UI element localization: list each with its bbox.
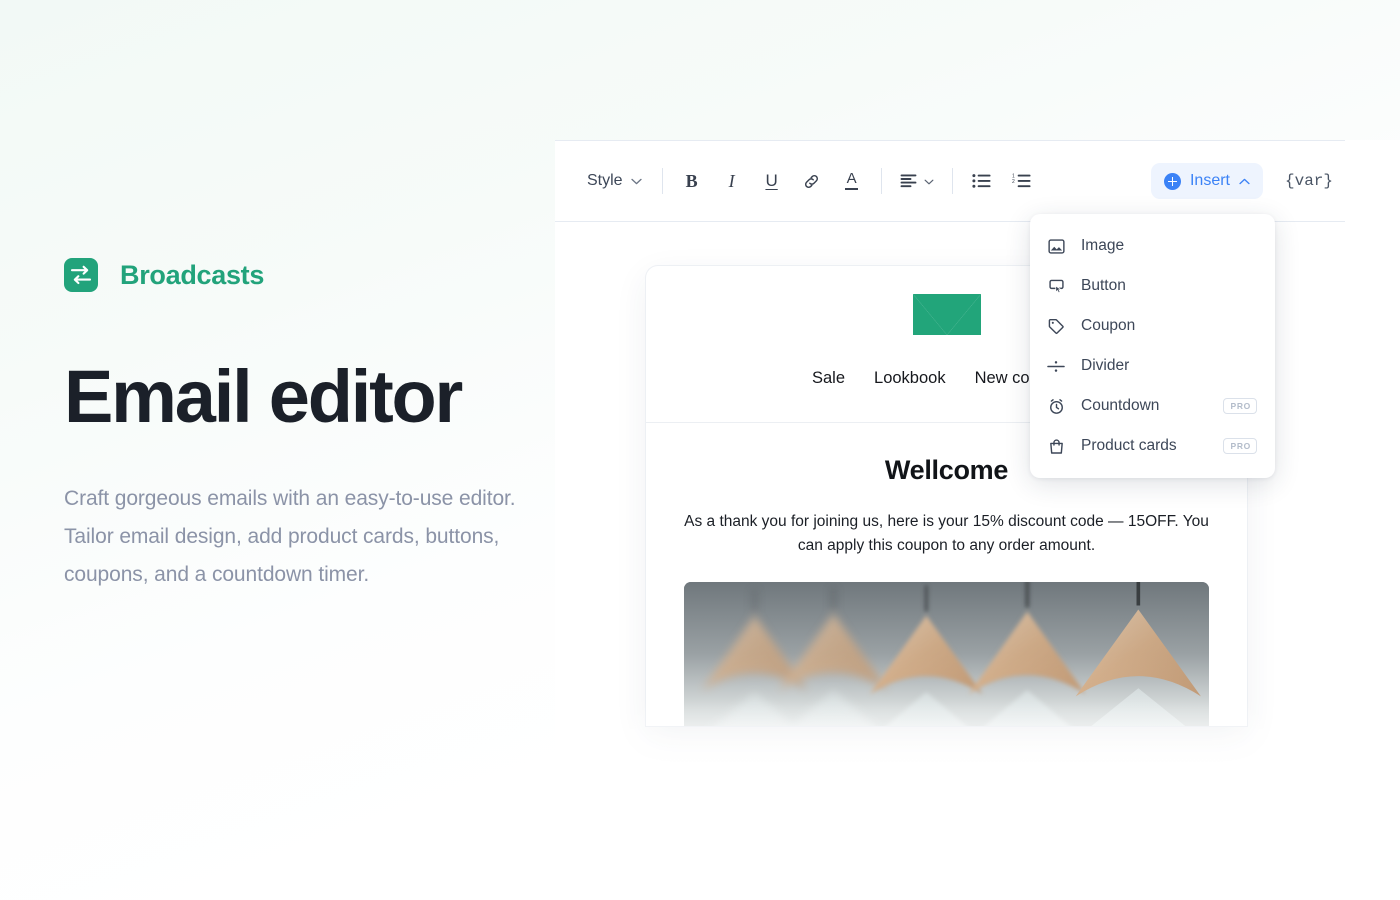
brand-row: Broadcasts — [64, 258, 584, 292]
insert-dropdown-menu: Image Button Coupon Divider Countdown PR… — [1030, 214, 1275, 478]
divider-icon — [1047, 357, 1065, 375]
menu-item-label: Button — [1081, 277, 1126, 294]
pro-badge: PRO — [1223, 438, 1257, 454]
menu-item-product-cards[interactable]: Product cards PRO — [1030, 426, 1275, 466]
chevron-up-icon — [1239, 172, 1250, 190]
bold-button[interactable]: B — [677, 166, 707, 196]
chevron-down-icon — [924, 172, 934, 190]
variable-token-button[interactable]: {var} — [1285, 172, 1333, 190]
page-root: Broadcasts Email editor Craft gorgeous e… — [0, 0, 1400, 900]
italic-label: I — [728, 170, 735, 191]
email-nav-item[interactable]: Sale — [812, 369, 845, 388]
svg-text:2: 2 — [1012, 179, 1015, 185]
menu-item-label: Image — [1081, 237, 1125, 254]
tag-icon — [1047, 317, 1065, 335]
bullet-list-button[interactable] — [967, 166, 997, 196]
page-title: Email editor — [64, 355, 463, 438]
underline-label: U — [765, 171, 778, 190]
image-icon — [1047, 237, 1065, 255]
menu-item-divider[interactable]: Divider — [1030, 346, 1275, 386]
toolbar-divider — [661, 168, 663, 194]
toolbar-divider-3 — [951, 168, 953, 194]
plus-circle-icon — [1163, 172, 1181, 190]
email-editor-panel: Style B I U A 1 2 Insert {var} Image But… — [555, 140, 1400, 860]
alarm-clock-icon — [1047, 397, 1065, 415]
insert-label: Insert — [1189, 172, 1230, 189]
menu-item-button[interactable]: Button — [1030, 266, 1275, 306]
toolbar-divider-2 — [880, 168, 882, 194]
button-icon — [1047, 277, 1065, 295]
menu-item-label: Coupon — [1081, 317, 1136, 334]
chevron-down-icon — [630, 172, 642, 190]
link-button[interactable] — [797, 166, 827, 196]
page-subtitle: Craft gorgeous emails with an easy-to-us… — [64, 487, 516, 586]
insert-button[interactable]: Insert — [1150, 163, 1263, 199]
pro-badge: PRO — [1223, 398, 1257, 414]
hero-section: Broadcasts Email editor Craft gorgeous e… — [64, 258, 584, 594]
align-button[interactable] — [896, 166, 938, 196]
menu-item-label: Product cards — [1081, 437, 1177, 454]
editor-toolbar: Style B I U A 1 2 Insert {var} — [555, 140, 1345, 222]
style-label: Style — [587, 172, 623, 189]
bold-label: B — [685, 170, 698, 191]
email-nav-item[interactable]: Lookbook — [874, 369, 946, 388]
menu-item-countdown[interactable]: Countdown PRO — [1030, 386, 1275, 426]
m-envelope-logo — [912, 294, 981, 341]
text-color-button[interactable]: A — [837, 166, 867, 196]
brand-name: Broadcasts — [120, 259, 265, 290]
exchange-loop-icon — [64, 258, 98, 292]
italic-button[interactable]: I — [717, 166, 747, 196]
email-hero-image — [684, 582, 1209, 726]
numbered-list-button[interactable]: 1 2 — [1007, 166, 1037, 196]
shopping-bag-icon — [1047, 437, 1065, 455]
underline-button[interactable]: U — [757, 166, 787, 196]
menu-item-label: Countdown — [1081, 397, 1160, 414]
email-paragraph: As a thank you for joining us, here is y… — [684, 513, 1209, 554]
menu-item-coupon[interactable]: Coupon — [1030, 306, 1275, 346]
style-dropdown[interactable]: Style — [581, 168, 648, 194]
text-format-group: B I U A — [677, 166, 867, 196]
menu-item-label: Divider — [1081, 357, 1130, 374]
text-color-underline — [845, 188, 859, 190]
text-color-label: A — [846, 170, 857, 188]
menu-item-image[interactable]: Image — [1030, 226, 1275, 266]
list-group: 1 2 — [967, 166, 1037, 196]
